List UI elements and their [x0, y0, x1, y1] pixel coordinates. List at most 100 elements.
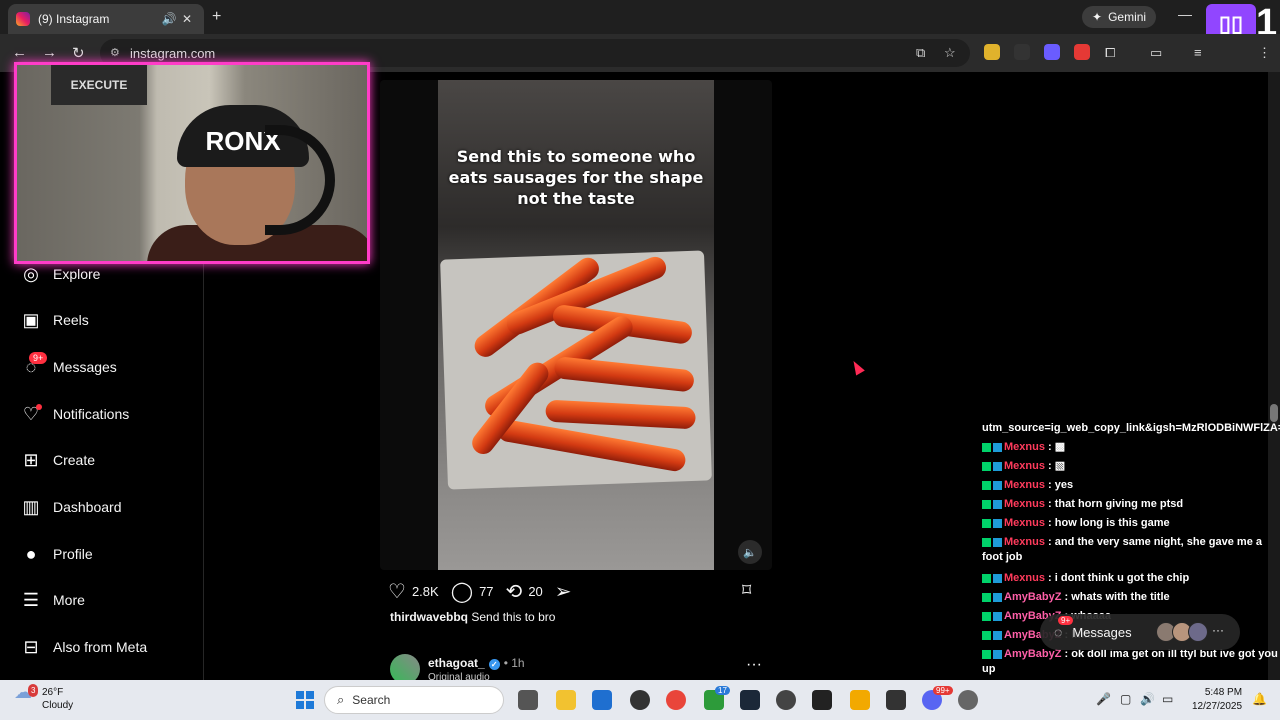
- new-tab-icon[interactable]: +: [212, 8, 221, 26]
- discord-icon[interactable]: 99+: [922, 686, 953, 710]
- more-options-icon[interactable]: ···: [746, 656, 762, 674]
- gemini-button[interactable]: ✦ Gemini: [1082, 6, 1157, 28]
- app-icon[interactable]: [630, 690, 650, 710]
- weather-widget[interactable]: ☁ 3 26°F Cloudy: [14, 683, 73, 712]
- rockstar-icon[interactable]: [850, 690, 870, 710]
- messages-floating-button[interactable]: ◌ 9+ Messages ···: [1040, 614, 1240, 650]
- subscriber-badge-icon: [982, 499, 991, 509]
- reload-icon[interactable]: ↻: [72, 44, 85, 62]
- sidebar-item-dashboard[interactable]: ▥ Dashboard: [20, 492, 121, 522]
- reel-actions: ♡ 2.8K ◯ 77 ⟲ 20 ➢: [388, 578, 578, 604]
- chat-separator: :: [1044, 460, 1055, 472]
- chat-badge-icon: [993, 461, 1002, 471]
- mute-toggle-icon[interactable]: 🔈: [738, 540, 762, 564]
- settings-gear-icon[interactable]: [958, 690, 978, 710]
- more-options-icon[interactable]: ···: [1212, 623, 1224, 637]
- split-view-icon[interactable]: ▭: [1150, 45, 1162, 61]
- sidebar-item-more[interactable]: ☰ More: [20, 585, 85, 615]
- volume-icon[interactable]: 🔊: [1140, 692, 1155, 706]
- subscriber-badge-icon: [982, 592, 991, 602]
- chat-text: that horn giving me ptsd: [1054, 498, 1184, 510]
- sausage: [545, 399, 697, 430]
- forward-icon[interactable]: →: [42, 44, 57, 61]
- browser-tab-instagram[interactable]: (9) Instagram 🔊 ✕: [8, 4, 204, 34]
- speaker-icon[interactable]: 🔊: [160, 12, 178, 26]
- taskbar-badge: 99+: [933, 686, 953, 695]
- sidebar-item-profile[interactable]: ● Profile: [20, 539, 93, 569]
- site-info-icon[interactable]: ⚙: [110, 46, 120, 59]
- sidebar-item-label: Messages: [53, 359, 117, 375]
- install-app-icon[interactable]: ⧉: [916, 45, 925, 61]
- like-count: 2.8K: [411, 583, 439, 599]
- sidebar-item-also-from-meta[interactable]: ⊟ Also from Meta: [20, 632, 147, 662]
- app-icon[interactable]: [776, 690, 796, 710]
- chrome-icon[interactable]: [666, 690, 686, 710]
- post-username[interactable]: ethagoat_: [428, 656, 485, 670]
- chat-badge-icon: [993, 537, 1002, 547]
- chat-username[interactable]: Mexnus: [1004, 460, 1045, 472]
- steam-icon[interactable]: [740, 690, 760, 710]
- post-author[interactable]: thirdwavebbq: [390, 610, 468, 624]
- network-icon[interactable]: ▢: [1120, 692, 1131, 706]
- comment-icon[interactable]: ◯: [451, 579, 473, 604]
- file-explorer-icon[interactable]: [556, 690, 576, 710]
- windows-start-icon[interactable]: [296, 691, 314, 709]
- extension-icon[interactable]: [1074, 44, 1090, 60]
- chat-username[interactable]: Mexnus: [1004, 517, 1045, 529]
- bookmark-star-icon[interactable]: ☆: [944, 45, 956, 61]
- close-tab-icon[interactable]: ✕: [178, 12, 196, 26]
- taskbar-clock[interactable]: 5:48 PM 12/27/2025: [1192, 686, 1242, 714]
- message-avatars: [1156, 622, 1208, 642]
- save-bookmark-icon[interactable]: ⌑: [742, 580, 751, 601]
- sidebar-item-label: Profile: [53, 546, 93, 562]
- send-icon[interactable]: ➢: [555, 579, 572, 604]
- chat-username[interactable]: Mexnus: [1004, 572, 1045, 584]
- xbox-icon[interactable]: 17: [704, 686, 730, 710]
- extension-icon[interactable]: [984, 44, 1000, 60]
- chat-message: Mexnus : yes: [982, 478, 1278, 493]
- sidebar-item-create[interactable]: ⊞ Create: [20, 445, 95, 475]
- chat-badge-icon: [993, 518, 1002, 528]
- subscriber-badge-icon: [982, 518, 991, 528]
- repost-icon[interactable]: ⟲: [506, 579, 523, 604]
- url-text: instagram.com: [130, 45, 216, 61]
- subscriber-badge-icon: [982, 630, 991, 640]
- reel-video[interactable]: Send this to someone who eats sausages f…: [380, 80, 772, 570]
- cloud-icon: ☁ 3: [14, 683, 39, 708]
- chat-username[interactable]: AmyBabyZ: [1004, 648, 1061, 660]
- epic-games-icon[interactable]: [812, 690, 832, 710]
- chat-separator: :: [1044, 536, 1055, 548]
- chat-username[interactable]: AmyBabyZ: [1004, 591, 1061, 603]
- extension-icon[interactable]: [1044, 44, 1060, 60]
- sidebar-item-notifications[interactable]: ♡ Notifications: [20, 399, 129, 429]
- extensions-puzzle-icon[interactable]: ⧠: [1105, 45, 1115, 61]
- chat-badge-icon: [993, 480, 1002, 490]
- chat-username[interactable]: Mexnus: [1004, 498, 1045, 510]
- extension-icon[interactable]: [1014, 44, 1030, 60]
- chat-badge-icon: [993, 649, 1002, 659]
- app-icon[interactable]: [886, 690, 906, 710]
- reels-icon: ▣: [22, 309, 40, 330]
- reading-list-icon[interactable]: ≡: [1194, 45, 1202, 60]
- task-view-icon[interactable]: [518, 690, 538, 710]
- chat-username[interactable]: Mexnus: [1004, 441, 1045, 453]
- store-icon[interactable]: [592, 690, 612, 710]
- notification-bell-icon[interactable]: 🔔: [1252, 692, 1267, 706]
- menu-icon: ☰: [22, 589, 40, 610]
- browser-menu-icon[interactable]: ⋮: [1258, 45, 1271, 61]
- like-heart-icon[interactable]: ♡: [388, 579, 406, 604]
- chat-username[interactable]: Mexnus: [1004, 479, 1045, 491]
- minimize-icon[interactable]: —: [1178, 6, 1192, 22]
- sidebar-item-reels[interactable]: ▣ Reels: [20, 305, 88, 335]
- sidebar-item-messages[interactable]: ◌ 9+ Messages: [20, 352, 117, 382]
- microphone-icon[interactable]: 🎤: [1096, 692, 1111, 706]
- back-icon[interactable]: ←: [12, 44, 27, 61]
- verified-badge-icon: ✓: [488, 659, 500, 670]
- comment-count: 77: [479, 583, 494, 599]
- battery-icon[interactable]: ▭: [1162, 692, 1173, 706]
- tab-title: (9) Instagram: [38, 12, 110, 26]
- share-count: 20: [528, 583, 543, 599]
- dashboard-icon: ▥: [22, 496, 40, 517]
- chat-username[interactable]: Mexnus: [1004, 536, 1045, 548]
- taskbar-search[interactable]: ⌕ Search: [324, 686, 504, 714]
